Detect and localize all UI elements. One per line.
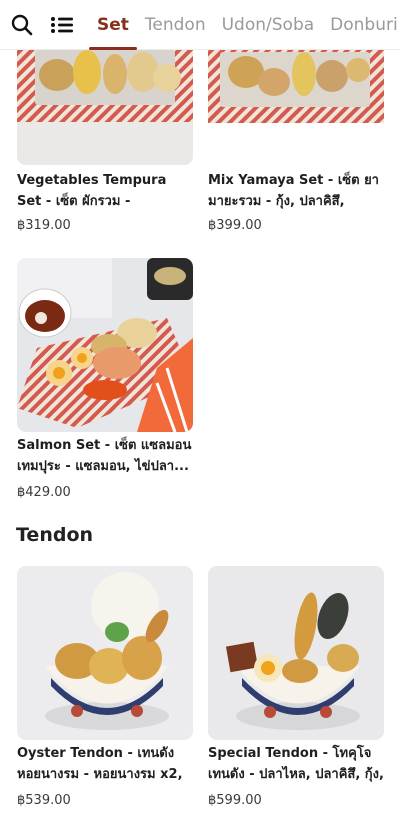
menu-item-title[interactable]: Salmon Set - เซ็ต แซลมอนเทมปุระ - แซลมอน… bbox=[17, 435, 193, 477]
tab-tendon[interactable]: Tendon bbox=[137, 0, 214, 50]
section-title-tendon: Tendon bbox=[16, 524, 94, 546]
special-tendon-image[interactable] bbox=[208, 566, 384, 740]
tab-udon-soba[interactable]: Udon/Soba bbox=[214, 0, 323, 50]
menu-item-title[interactable]: Vegetables Tempura Set - เซ็ต ผักรวม - แ… bbox=[17, 170, 193, 212]
menu-item-price: ฿399.00 bbox=[208, 218, 262, 233]
tab-set[interactable]: Set bbox=[89, 0, 137, 50]
menu-item-price: ฿539.00 bbox=[17, 793, 71, 808]
menu-item-price: ฿429.00 bbox=[17, 485, 71, 500]
search-icon[interactable] bbox=[9, 12, 35, 38]
category-nav-bar: Set Tendon Udon/Soba Donburi bbox=[0, 0, 400, 50]
menu-item-price: ฿319.00 bbox=[17, 218, 71, 233]
category-tabs: Set Tendon Udon/Soba Donburi bbox=[89, 0, 400, 50]
menu-item-title[interactable]: Mix Yamaya Set - เซ็ต ยามายะรวม - กุ้ง, … bbox=[208, 170, 384, 212]
salmon-set-image[interactable] bbox=[17, 258, 193, 432]
menu-item-title[interactable]: Oyster Tendon - เทนดังหอยนางรม - หอยนางร… bbox=[17, 743, 193, 785]
list-icon[interactable] bbox=[49, 12, 75, 38]
menu-content: Vegetables Tempura Set - เซ็ต ผักรวม - แ… bbox=[0, 0, 400, 815]
oyster-tendon-image[interactable] bbox=[17, 566, 193, 740]
tab-donburi[interactable]: Donburi bbox=[322, 0, 400, 50]
menu-item-title[interactable]: Special Tendon - โทคุโจเทนดัง - ปลาไหล, … bbox=[208, 743, 384, 785]
menu-item-price: ฿599.00 bbox=[208, 793, 262, 808]
